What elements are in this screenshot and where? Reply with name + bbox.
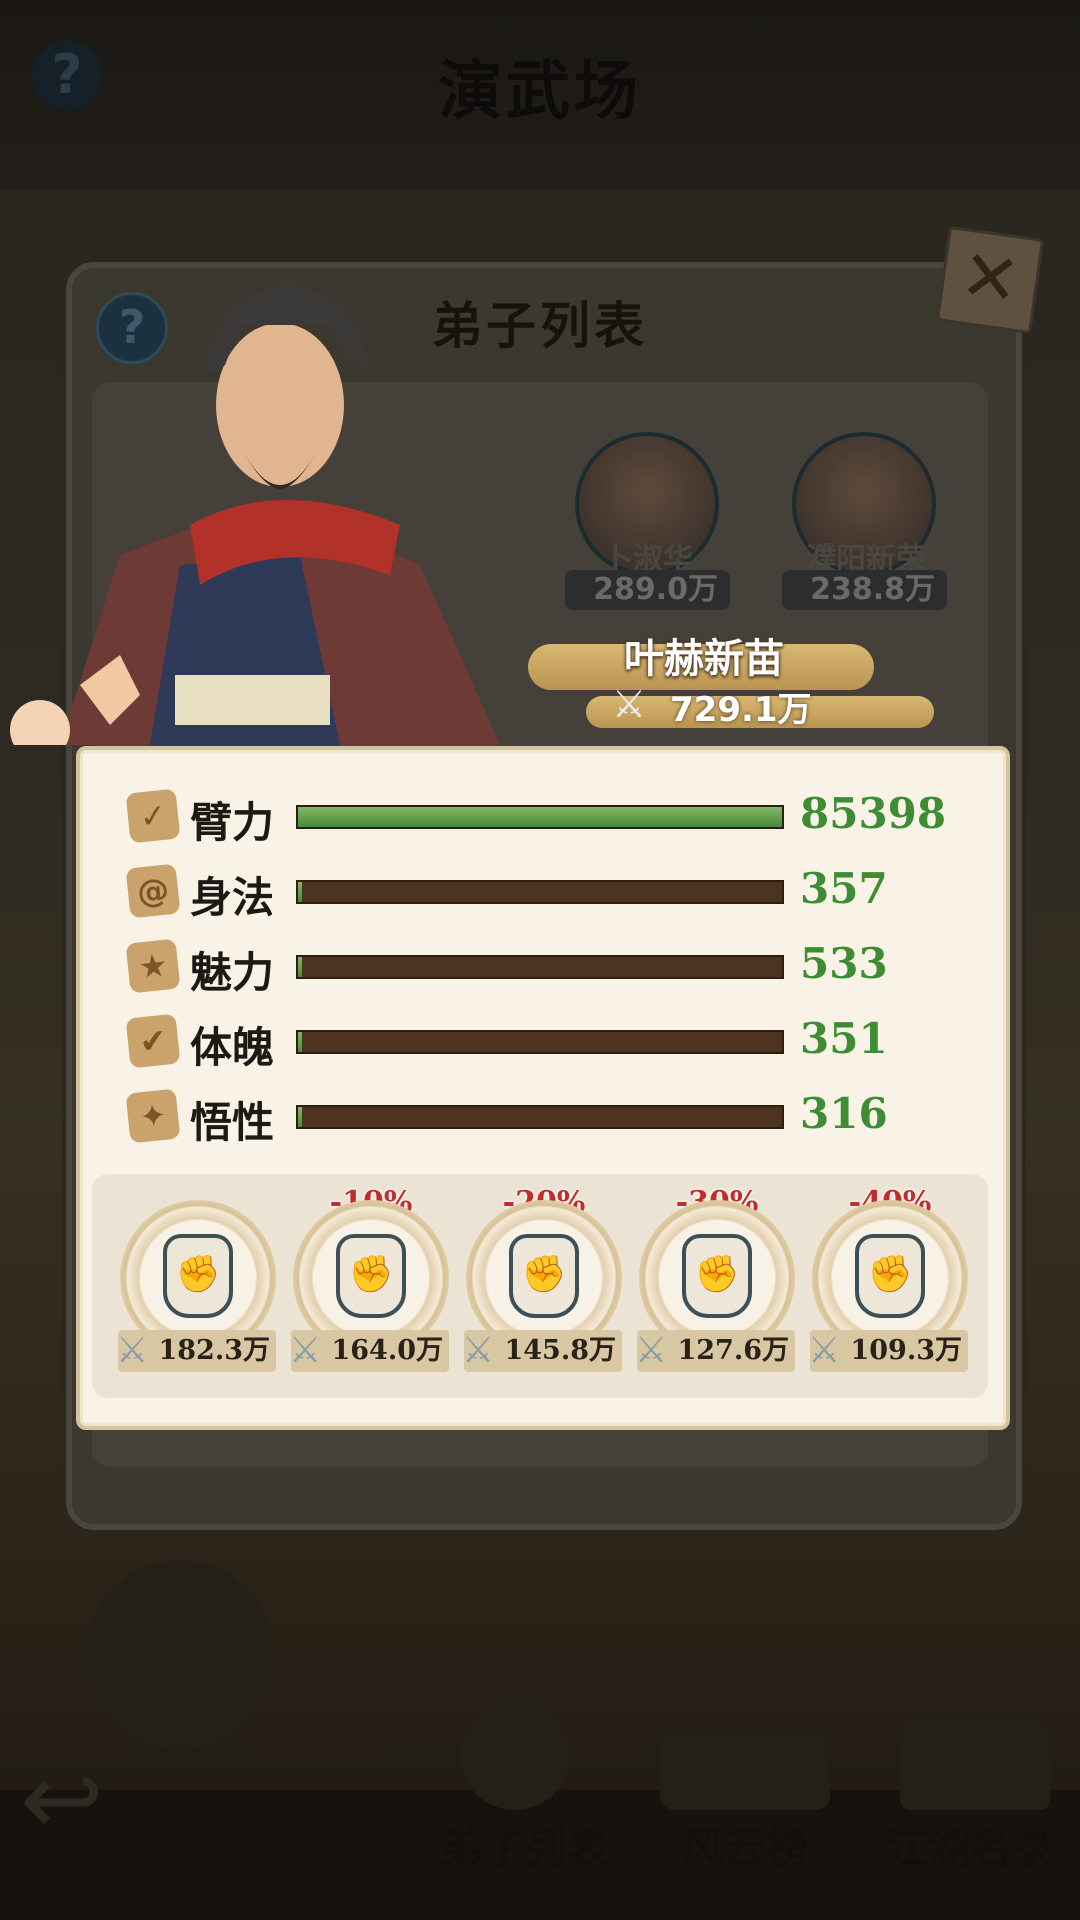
body-icon: ✔ bbox=[125, 1013, 181, 1069]
fist-icon: ✊ bbox=[163, 1234, 233, 1318]
stat-bar-fill bbox=[298, 1032, 302, 1052]
character-portrait bbox=[10, 285, 500, 745]
sword-icon: ⚔ bbox=[635, 1330, 668, 1371]
bg-question-icon: ? bbox=[32, 40, 102, 110]
nav-ranking: 风云榜 bbox=[681, 1824, 808, 1873]
stat-bar bbox=[296, 880, 784, 904]
sword-icon: ⚔ bbox=[612, 682, 647, 726]
sword-icon: ⚔ bbox=[462, 1330, 495, 1371]
whirlwind-icon: @ bbox=[125, 863, 181, 919]
stat-row-strength: ✓ 臂力 85398 bbox=[125, 785, 968, 847]
nav-disciple-list: 弟子列表 bbox=[440, 1824, 609, 1873]
fist-icon: ✊ bbox=[509, 1234, 579, 1318]
stat-bar bbox=[296, 955, 784, 979]
fist-icon: ✊ bbox=[682, 1234, 752, 1318]
stat-row-comprehension: ✦ 悟性 316 bbox=[125, 1085, 968, 1147]
arm-icon: ✓ bbox=[125, 788, 181, 844]
fist-icon: ✊ bbox=[855, 1234, 925, 1318]
sword-icon: ⚔ bbox=[289, 1330, 322, 1371]
stat-value: 533 bbox=[800, 939, 888, 988]
stat-value: 351 bbox=[800, 1014, 888, 1063]
book-icon bbox=[900, 1720, 1050, 1810]
stat-value: 85398 bbox=[800, 789, 947, 838]
stat-label: 体魄 bbox=[190, 1023, 275, 1072]
nav-jianghu-records: 江湖名录 bbox=[885, 1824, 1054, 1873]
stat-value: 316 bbox=[800, 1089, 888, 1138]
sword-icon: ⚔ bbox=[116, 1330, 149, 1371]
close-icon[interactable]: ✕ bbox=[935, 225, 1045, 335]
spark-icon: ✦ bbox=[125, 1088, 181, 1144]
disciple-avatar-icon bbox=[460, 1700, 570, 1810]
star-icon: ★ bbox=[125, 938, 181, 994]
sword-icon: ⚔ bbox=[808, 1330, 841, 1371]
stat-row-charm: ★ 魅力 533 bbox=[125, 935, 968, 997]
fist-icon: ✊ bbox=[336, 1234, 406, 1318]
stat-bar bbox=[296, 805, 784, 829]
drum-icon bbox=[85, 1560, 275, 1750]
selected-disciple-name: 叶赫新苗 bbox=[624, 636, 784, 682]
stat-label: 臂力 bbox=[190, 798, 275, 847]
scroll-icon bbox=[660, 1730, 830, 1810]
stat-label: 身法 bbox=[190, 873, 275, 922]
stat-label: 魅力 bbox=[190, 948, 275, 997]
stat-bar-fill bbox=[298, 807, 782, 827]
selected-power: 729.1万 bbox=[670, 690, 812, 730]
disciple-power: 289.0万 bbox=[565, 570, 730, 610]
scene-title: 演武场 bbox=[438, 55, 642, 129]
stat-bar-fill bbox=[298, 1107, 302, 1127]
stat-bar bbox=[296, 1030, 784, 1054]
disciple-power: 238.8万 bbox=[782, 570, 947, 610]
back-arrow-icon: ↩ bbox=[20, 1741, 104, 1858]
stat-bar-fill bbox=[298, 882, 302, 902]
stat-label: 悟性 bbox=[190, 1098, 275, 1147]
stat-value: 357 bbox=[800, 864, 888, 913]
stat-row-agility: @ 身法 357 bbox=[125, 860, 968, 922]
stat-bar bbox=[296, 1105, 784, 1129]
stat-row-physique: ✔ 体魄 351 bbox=[125, 1010, 968, 1072]
stat-bar-fill bbox=[298, 957, 302, 977]
